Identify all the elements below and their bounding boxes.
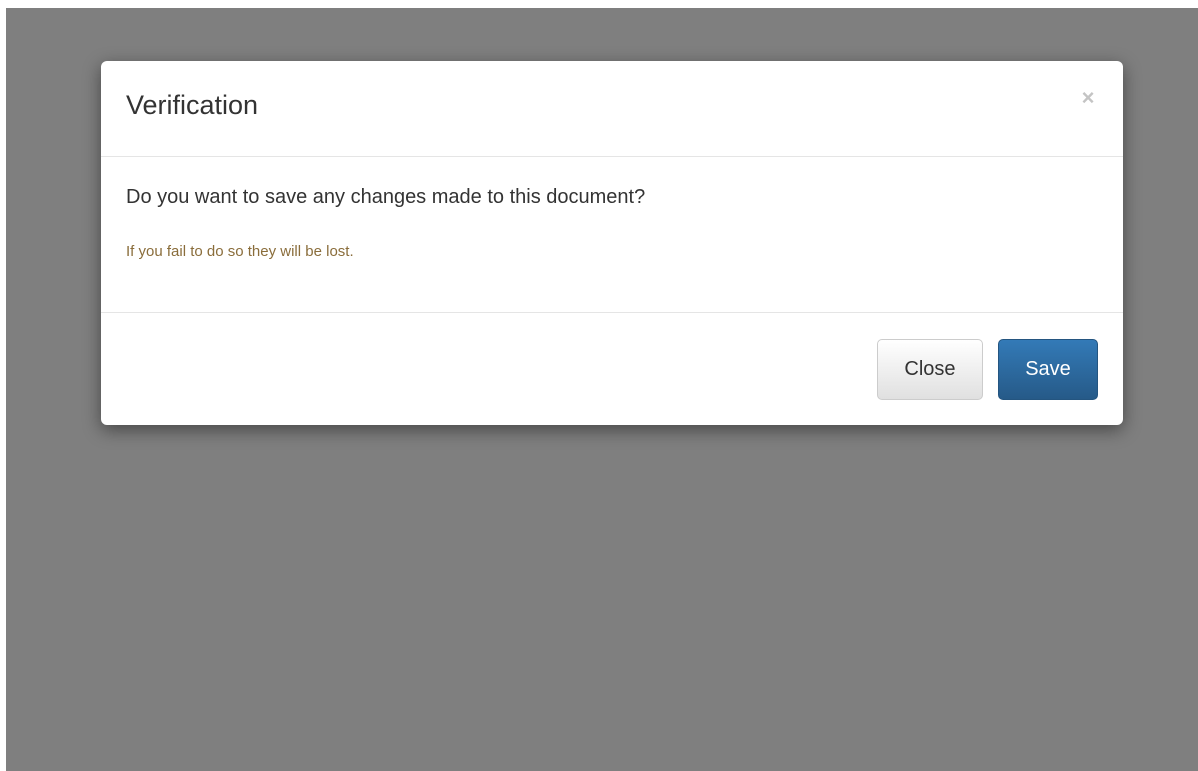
close-button[interactable]: Close <box>877 339 983 400</box>
dialog-title: Verification <box>126 90 259 120</box>
save-button[interactable]: Save <box>998 339 1098 400</box>
dialog-body: Do you want to save any changes made to … <box>101 157 1123 313</box>
dialog-warning: If you fail to do so they will be lost. <box>126 243 354 260</box>
close-icon[interactable]: × <box>1077 87 1099 109</box>
dialog-question: Do you want to save any changes made to … <box>126 186 646 208</box>
dialog-header: Verification × <box>101 61 1123 157</box>
verification-dialog: Verification × Do you want to save any c… <box>101 61 1123 425</box>
dialog-footer: Close Save <box>101 313 1123 425</box>
